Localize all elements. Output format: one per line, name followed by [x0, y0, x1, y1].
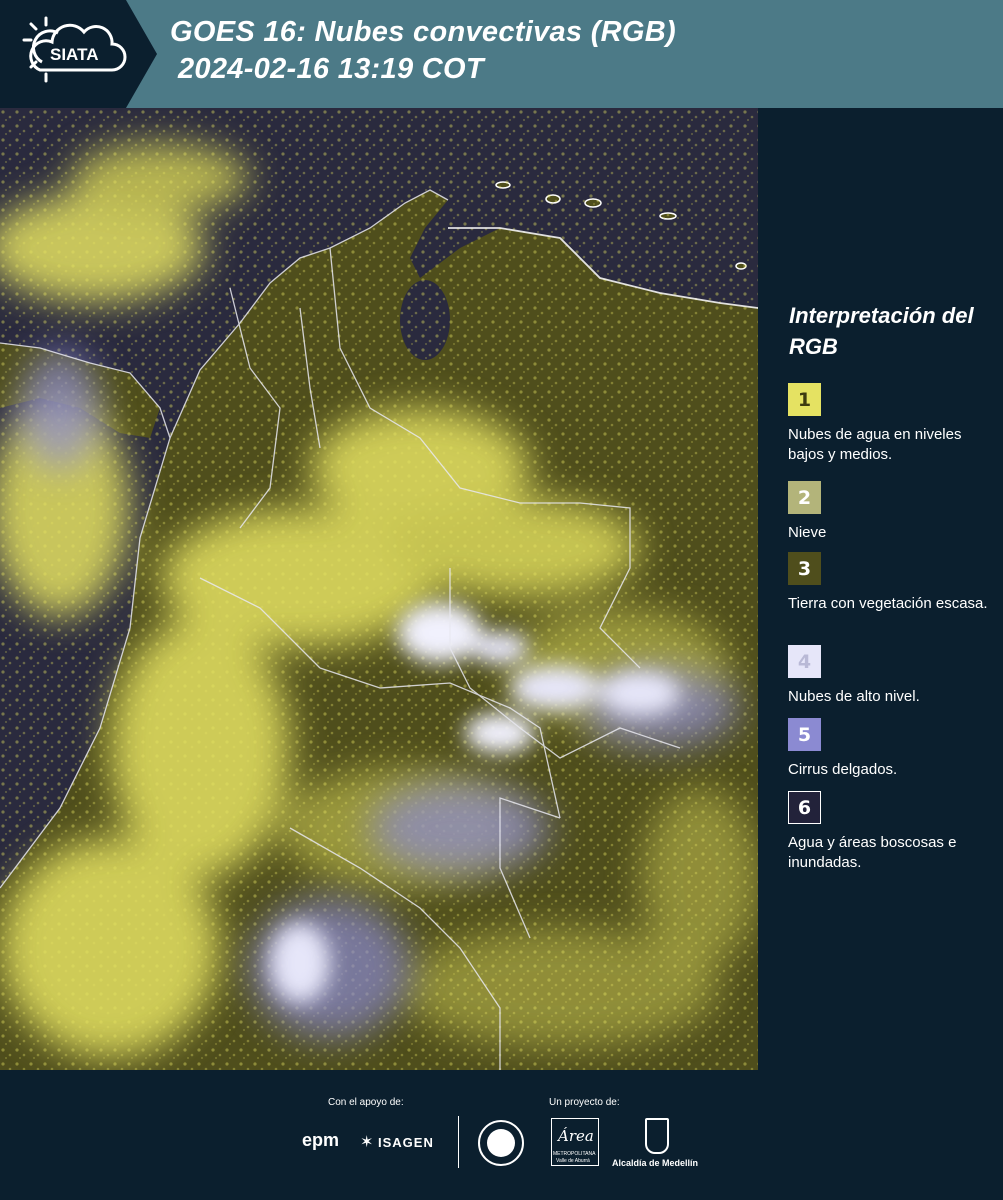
siata-logo-text: SIATA — [50, 45, 99, 64]
alcaldia-shield-icon — [645, 1118, 669, 1154]
area-logo-sub2: Valle de Aburrá — [556, 1158, 590, 1164]
title-line-1: GOES 16: Nubes convectivas (RGB) — [170, 16, 676, 48]
page-title: GOES 16: Nubes convectivas (RGB) 2024-02… — [170, 14, 676, 88]
area-logo-name: Área — [558, 1127, 594, 1145]
project-label: Un proyecto de: — [549, 1097, 620, 1108]
siata-logo: SIATA — [0, 0, 160, 108]
legend-item: 3 Tierra con vegetación escasa. — [788, 552, 993, 614]
legend-swatch: 2 — [788, 481, 821, 514]
legend-swatch: 5 — [788, 718, 821, 751]
area-logo-sub1: METROPOLITANA — [553, 1151, 596, 1157]
legend-item: 6 Agua y áreas boscosas e inundadas. — [788, 791, 993, 873]
legend-label: Nubes de agua en niveles bajos y medios. — [788, 426, 962, 463]
title-line-2-timestamp: 2024-02-16 13:19 COT — [178, 53, 484, 85]
legend-swatch: 1 — [788, 383, 821, 416]
epm-logo: epm — [302, 1130, 340, 1150]
legend-swatch: 6 — [788, 791, 821, 824]
header: SIATA GOES 16: Nubes convectivas (RGB) 2… — [0, 0, 1003, 108]
legend-label: Tierra con vegetación escasa. — [788, 595, 988, 612]
legend-label: Cirrus delgados. — [788, 761, 898, 778]
legend-item: 1 Nubes de agua en niveles bajos y medios… — [788, 383, 993, 465]
legend-swatch: 3 — [788, 552, 821, 585]
footer: Con el apoyo de: Un proyecto de: epm ✶ I… — [0, 1070, 1003, 1200]
alcaldia-logo: Alcaldía de Medellín — [612, 1158, 699, 1168]
legend-label: Agua y áreas boscosas e inundadas. — [788, 834, 957, 871]
isagen-logo: ISAGEN — [378, 1135, 434, 1150]
isagen-star-icon: ✶ — [360, 1134, 374, 1151]
support-label: Con el apoyo de: — [328, 1097, 404, 1108]
legend-panel: Interpretación del RGB 1 Nubes de agua en… — [758, 108, 1003, 1070]
area-metropolitana-logo: Área METROPOLITANA Valle de Aburrá — [551, 1118, 599, 1166]
footer-divider — [458, 1116, 459, 1168]
medellin-seal-icon — [478, 1120, 524, 1166]
legend-item: 4 Nubes de alto nivel. — [788, 645, 993, 707]
legend-label: Nieve — [788, 524, 827, 541]
legend-swatch: 4 — [788, 645, 821, 678]
legend-title: Interpretación del RGB — [789, 303, 974, 359]
legend-item: 2 Nieve — [788, 481, 993, 543]
legend-item: 5 Cirrus delgados. — [788, 718, 993, 780]
legend-label: Nubes de alto nivel. — [788, 688, 920, 705]
satellite-rgb-map — [0, 108, 758, 1070]
